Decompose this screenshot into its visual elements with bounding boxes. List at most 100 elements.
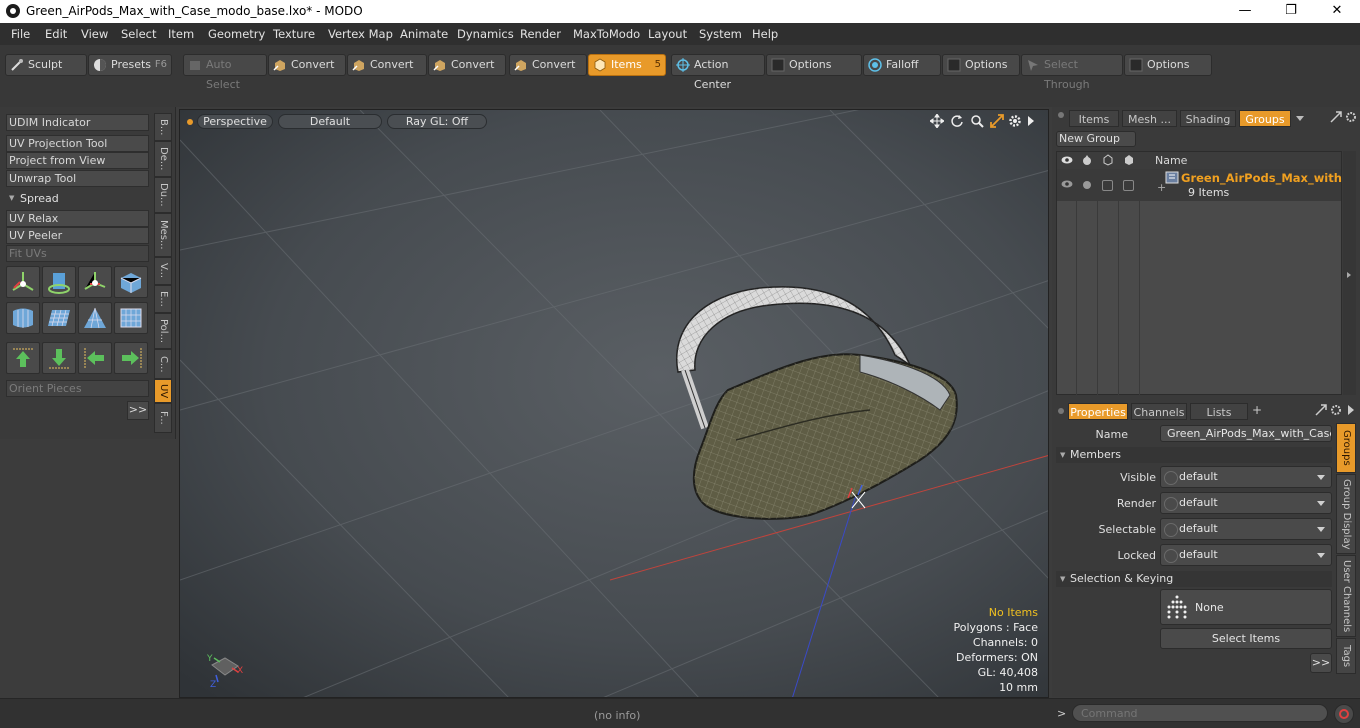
- menu-texture[interactable]: Texture: [273, 23, 315, 45]
- falloff-button[interactable]: Falloff: [863, 54, 941, 76]
- groups-list-scrollbar[interactable]: [1343, 151, 1356, 395]
- auto-select-button[interactable]: Auto Select: [183, 54, 267, 91]
- fit-uvs-button[interactable]: Fit UVs: [6, 245, 149, 262]
- fit-view-icon[interactable]: [990, 114, 1004, 128]
- spread-section-header[interactable]: Spread: [6, 190, 149, 207]
- uv-box-tool-button[interactable]: [114, 266, 148, 298]
- selectable-cube-icon[interactable]: [1102, 154, 1114, 166]
- maximize-button[interactable]: ❐: [1268, 0, 1314, 23]
- render-toggle-icon[interactable]: [1081, 178, 1093, 190]
- vtab-edge[interactable]: E...: [154, 285, 172, 313]
- menu-animate[interactable]: Animate: [400, 23, 448, 45]
- add-tab-button[interactable]: +: [1252, 403, 1262, 417]
- maximize-panel-icon[interactable]: [1315, 404, 1327, 416]
- menu-geometry[interactable]: Geometry: [208, 23, 265, 45]
- side-tab-group-display[interactable]: Group Display: [1336, 474, 1356, 554]
- uv-rotate-tool-button[interactable]: [42, 266, 76, 298]
- select-through-options-button[interactable]: Options: [1124, 54, 1212, 76]
- pan-icon[interactable]: [930, 114, 944, 128]
- vtab-polygon[interactable]: Pol...: [154, 313, 172, 349]
- group-row[interactable]: + Green_AirPods_Max_with... 9 Items: [1057, 169, 1355, 201]
- perspective-view-button[interactable]: Perspective: [197, 114, 273, 129]
- lock-checkbox[interactable]: [1123, 180, 1134, 191]
- render-icon[interactable]: [1081, 154, 1093, 166]
- selection-set-button[interactable]: None: [1160, 589, 1332, 625]
- align-bottom-button[interactable]: [42, 342, 76, 374]
- tab-properties[interactable]: Properties: [1068, 403, 1128, 420]
- menu-edit[interactable]: Edit: [45, 23, 67, 45]
- uv-peeler-button[interactable]: UV Peeler: [6, 227, 149, 244]
- group-name-input[interactable]: Green_AirPods_Max_with_Case (: [1160, 425, 1332, 442]
- tab-lists[interactable]: Lists: [1190, 403, 1248, 420]
- items-mode-button[interactable]: Items 5: [588, 54, 666, 76]
- new-group-button[interactable]: New Group: [1056, 131, 1136, 147]
- lock-cube-icon[interactable]: [1123, 154, 1135, 166]
- side-tab-user-channels[interactable]: User Channels: [1336, 555, 1356, 637]
- menu-item[interactable]: Item: [168, 23, 194, 45]
- expand-more-button[interactable]: >>: [127, 401, 149, 420]
- uv-projection-tool-button[interactable]: UV Projection Tool: [6, 135, 149, 152]
- group-name[interactable]: Green_AirPods_Max_with...: [1181, 171, 1355, 185]
- render-dropdown[interactable]: default: [1160, 492, 1332, 514]
- expand-right-icon[interactable]: [1346, 404, 1356, 416]
- locked-dropdown[interactable]: default: [1160, 544, 1332, 566]
- menu-help[interactable]: Help: [752, 23, 778, 45]
- tab-channels[interactable]: Channels: [1131, 403, 1187, 420]
- align-top-button[interactable]: [6, 342, 40, 374]
- vtab-duplicate[interactable]: Du...: [154, 177, 172, 213]
- action-center-options-button[interactable]: Options: [766, 54, 862, 76]
- select-through-button[interactable]: Select Through: [1021, 54, 1123, 91]
- zoom-icon[interactable]: [970, 114, 984, 128]
- selection-keying-section-header[interactable]: Selection & Keying: [1056, 571, 1332, 587]
- menu-maxtomodo[interactable]: MaxToModo: [573, 23, 640, 45]
- uv-transform-tool-button[interactable]: [6, 266, 40, 298]
- uv-pyramid-button[interactable]: [78, 302, 112, 334]
- maximize-panel-icon[interactable]: [1330, 111, 1342, 123]
- properties-options-dot[interactable]: [1058, 408, 1064, 414]
- menu-system[interactable]: System: [699, 23, 742, 45]
- unwrap-tool-button[interactable]: Unwrap Tool: [6, 170, 149, 187]
- vtab-deform[interactable]: De...: [154, 141, 172, 177]
- align-right-button[interactable]: [114, 342, 148, 374]
- uv-move-tool-button[interactable]: [78, 266, 112, 298]
- shading-style-button[interactable]: Default: [278, 114, 382, 129]
- tab-mesh[interactable]: Mesh ...: [1122, 110, 1177, 127]
- record-macro-button[interactable]: [1334, 704, 1354, 724]
- menu-view[interactable]: View: [81, 23, 108, 45]
- visible-dropdown[interactable]: default: [1160, 466, 1332, 488]
- chevron-down-icon[interactable]: [1295, 115, 1305, 122]
- minimize-button[interactable]: —: [1222, 0, 1268, 23]
- convert-vertices-button[interactable]: Convert: [268, 54, 346, 76]
- udim-indicator-button[interactable]: UDIM Indicator: [6, 114, 149, 131]
- menu-vertex-map[interactable]: Vertex Map: [328, 23, 393, 45]
- select-items-button[interactable]: Select Items: [1160, 628, 1332, 649]
- panel-options-dot[interactable]: [1058, 112, 1064, 118]
- menu-file[interactable]: File: [11, 23, 30, 45]
- vtab-basic[interactable]: B...: [154, 113, 172, 141]
- presets-button[interactable]: Presets F6: [88, 54, 172, 76]
- selectable-checkbox[interactable]: [1102, 180, 1113, 191]
- uv-unwrap-box-button[interactable]: [114, 302, 148, 334]
- tab-groups[interactable]: Groups: [1239, 110, 1291, 127]
- panel-gear-icon[interactable]: [1330, 404, 1342, 416]
- menu-layout[interactable]: Layout: [648, 23, 687, 45]
- menu-dynamics[interactable]: Dynamics: [457, 23, 514, 45]
- command-input[interactable]: [1072, 704, 1328, 722]
- falloff-options-button[interactable]: Options: [942, 54, 1020, 76]
- close-button[interactable]: ✕: [1314, 0, 1360, 23]
- eye-icon[interactable]: [1061, 155, 1073, 165]
- tab-items[interactable]: Items: [1069, 110, 1119, 127]
- convert-polygons-button[interactable]: Convert: [428, 54, 506, 76]
- align-left-button[interactable]: [78, 342, 112, 374]
- viewport-options-dot[interactable]: [187, 119, 193, 125]
- side-tab-groups[interactable]: Groups: [1336, 423, 1356, 473]
- 3d-viewport[interactable]: Perspective Default Ray GL: Off No Items…: [179, 109, 1049, 698]
- orient-pieces-button[interactable]: Orient Pieces: [6, 380, 149, 397]
- raygl-toggle-button[interactable]: Ray GL: Off: [387, 114, 487, 129]
- uv-cylinder-button[interactable]: [6, 302, 40, 334]
- vtab-uv[interactable]: UV: [154, 379, 172, 403]
- vtab-mesh-edit[interactable]: Mes...: [154, 213, 172, 257]
- uv-relax-button[interactable]: UV Relax: [6, 210, 149, 227]
- menu-render[interactable]: Render: [520, 23, 561, 45]
- project-from-view-button[interactable]: Project from View: [6, 152, 149, 169]
